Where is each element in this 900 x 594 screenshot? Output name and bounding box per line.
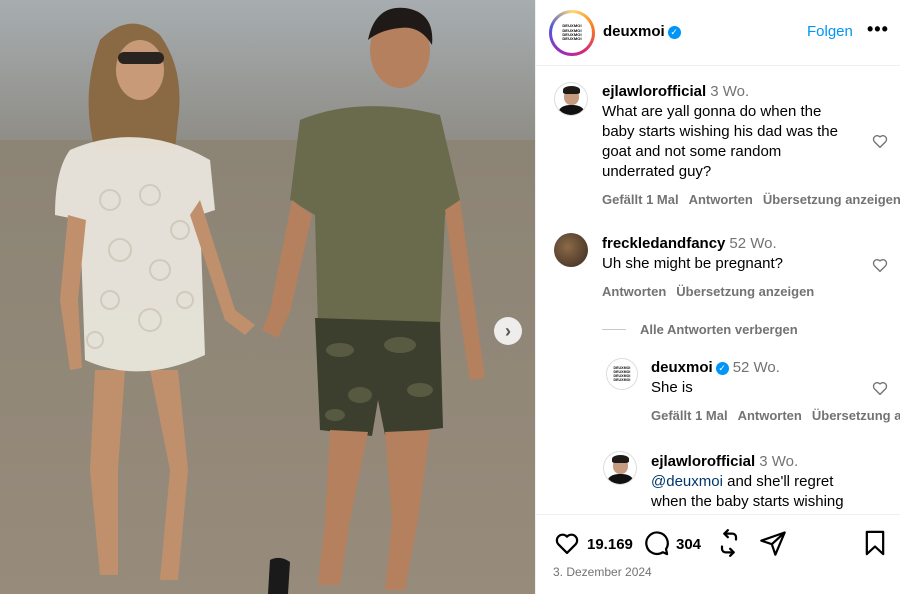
follow-button[interactable]: Folgen	[807, 23, 853, 40]
comment-username[interactable]: ejlawlorofficial	[602, 83, 706, 100]
comment-text-line: Uh she might be pregnant?	[602, 255, 783, 272]
next-photo-button[interactable]: ›	[494, 317, 522, 345]
deuxmoi-logo: DEUXMOI DEUXMOI DEUXMOI DEUXMOI	[552, 13, 592, 53]
reply-body: ejlawlorofficial 3 Wo. @deuxmoi and she'l…	[651, 452, 900, 512]
heart-icon[interactable]	[553, 529, 581, 557]
comment-count[interactable]: 304	[676, 536, 701, 553]
author-avatar[interactable]: DEUXMOI DEUXMOI DEUXMOI DEUXMOI	[549, 10, 595, 56]
post-header: DEUXMOI DEUXMOI DEUXMOI DEUXMOI deuxmoi ✓ Fo…	[536, 0, 900, 66]
share-icon[interactable]	[759, 529, 787, 557]
reply-time[interactable]: 52 Wo.	[733, 359, 780, 376]
chevron-right-icon: ›	[505, 320, 511, 341]
reply-text-line: She is	[651, 379, 693, 396]
comment-body: freckledandfancy 52 Wo. Uh she might be p…	[602, 234, 892, 299]
comment-actions: Antworten Übersetzung anzeigen	[602, 284, 892, 299]
reply-text-line: when the baby starts wishing	[651, 493, 844, 510]
mention-link[interactable]: @deuxmoi	[651, 473, 723, 490]
comment-item: ejlawlorofficial 3 Wo. What are yall gonn…	[536, 66, 900, 216]
comments-list[interactable]: ejlawlorofficial 3 Wo. What are yall gonn…	[536, 66, 900, 514]
reply-avatar[interactable]	[603, 451, 637, 485]
reply-text-line: @deuxmoi and she'll regret	[651, 472, 900, 492]
hide-replies-line	[602, 329, 626, 330]
post-photo[interactable]: ›	[0, 0, 535, 594]
comment-text-line: underrated guy?	[602, 163, 712, 180]
hide-replies-button[interactable]: Alle Antworten verbergen	[640, 322, 798, 337]
comment-heart-icon[interactable]	[871, 256, 889, 274]
reply-button[interactable]: Antworten	[602, 284, 666, 299]
reply-item: DEUXMOI DEUXMOI DEUXMOI DEUXMOI deuxmoi ✓ 52 …	[536, 356, 900, 436]
reply-text: and she'll regret	[722, 473, 834, 490]
post-sidebar: DEUXMOI DEUXMOI DEUXMOI DEUXMOI deuxmoi ✓ Fo…	[535, 0, 900, 594]
beach-photo-illustration	[0, 0, 535, 594]
verified-icon: ✓	[715, 362, 729, 375]
translate-button[interactable]: Übersetzung a	[812, 408, 900, 423]
comment-time[interactable]: 52 Wo.	[729, 235, 776, 252]
comment-icon[interactable]	[642, 529, 670, 557]
more-icon[interactable]: •••	[867, 19, 889, 40]
comment-text-line: baby starts wishing his dad was the	[602, 123, 838, 140]
reply-username[interactable]: ejlawlorofficial	[651, 453, 755, 470]
comment-text-line: What are yall gonna do when the	[602, 103, 822, 120]
reply-avatar[interactable]: DEUXMOI DEUXMOI DEUXMOI DEUXMOI	[606, 358, 638, 390]
comment-text-line: goat and not some random	[602, 143, 782, 160]
reply-button[interactable]: Antworten	[738, 408, 802, 423]
comment-actions: Gefällt 1 Mal Antworten Übersetzung anzeig…	[602, 192, 900, 207]
reply-body: deuxmoi ✓ 52 Wo. She is Gefällt 1 Mal Antwo…	[651, 358, 900, 423]
translate-button[interactable]: Übersetzung anzeigen	[676, 284, 814, 299]
comment-heart-icon[interactable]	[871, 132, 889, 150]
comment-likes[interactable]: Gefällt 1 Mal	[602, 192, 679, 207]
reply-button[interactable]: Antworten	[689, 192, 753, 207]
comment-username[interactable]: freckledandfancy	[602, 235, 725, 252]
reply-item: ejlawlorofficial 3 Wo. @deuxmoi and she'l…	[536, 449, 900, 514]
author-name[interactable]: deuxmoi	[603, 23, 665, 40]
comment-body: ejlawlorofficial 3 Wo. What are yall gonn…	[602, 82, 900, 207]
post-viewer: › DEUXMOI DEUXMOI DEUXMOI DEUXMOI deuxmoi ✓ …	[0, 0, 900, 594]
commenter-avatar[interactable]	[554, 233, 588, 267]
post-date[interactable]: 3. Dezember 2024	[553, 565, 652, 579]
reply-likes[interactable]: Gefällt 1 Mal	[651, 408, 728, 423]
bookmark-icon[interactable]	[861, 529, 889, 557]
reply-actions: Gefällt 1 Mal Antworten Übersetzung a	[651, 408, 900, 423]
translate-button[interactable]: Übersetzung anzeigen	[763, 192, 900, 207]
verified-icon: ✓	[667, 26, 681, 39]
reply-heart-icon[interactable]	[871, 379, 889, 397]
reply-username[interactable]: deuxmoi	[651, 359, 713, 376]
author-username[interactable]: deuxmoi ✓	[603, 23, 681, 40]
commenter-avatar[interactable]	[554, 82, 588, 116]
reply-time[interactable]: 3 Wo.	[759, 453, 798, 470]
like-count[interactable]: 19.169	[587, 536, 633, 553]
post-actions-bar: 19.169 304 3. Dezember 2024	[536, 514, 900, 594]
repost-icon[interactable]	[715, 529, 743, 557]
comment-time[interactable]: 3 Wo.	[710, 83, 749, 100]
